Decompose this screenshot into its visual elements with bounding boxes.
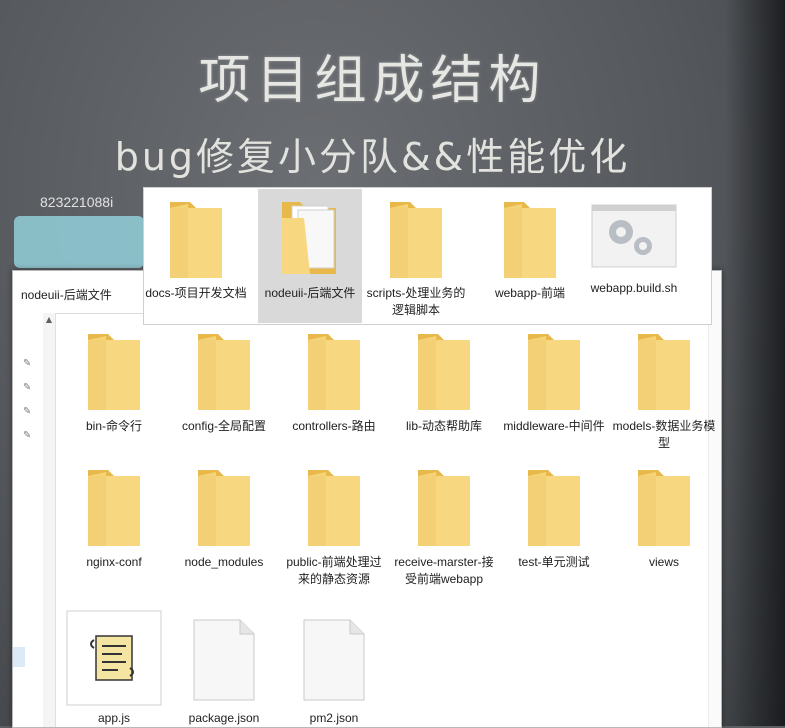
file-item[interactable]: package.json [172,612,276,727]
folder-icon [364,196,468,280]
folder-icon [478,196,582,280]
item-label: receive-marster-接受前端webapp [394,555,494,586]
folder-icon [502,328,606,412]
pin-icon[interactable]: ✎ [23,359,33,369]
item-label: pm2.json [309,711,359,725]
item-label: test-单元测试 [518,555,590,569]
folder-item[interactable]: nginx-conf [62,464,166,571]
folder-item[interactable]: models-数据业务模型 [612,328,716,452]
navigation-pane: ✎ ✎ ✎ ✎ [13,313,44,727]
file-item[interactable]: app.js [62,608,166,727]
item-label: package.json [188,711,260,725]
script-file-icon [62,608,166,706]
folder-icon [392,328,496,412]
folder-item[interactable]: controllers-路由 [282,328,386,435]
slide-title: 项目组成结构 [198,51,547,111]
nav-selected-item[interactable] [13,647,25,667]
folder-item[interactable]: config-全局配置 [172,328,276,435]
folder-item[interactable]: public-前端处理过来的静态资源 [282,464,386,588]
item-label: nodeuii-后端文件 [264,286,356,300]
settings-file-icon [582,196,686,268]
folder-item[interactable]: docs-项目开发文档 [144,196,248,302]
item-label: lib-动态帮助库 [405,419,482,433]
watermark-text: 823221088і [40,194,114,210]
folder-icon [62,464,166,548]
item-label: views [648,555,679,569]
folder-item[interactable]: scripts-处理业务的逻辑脚本 [364,196,468,319]
scroll-up-icon[interactable]: ▲ [44,315,54,325]
blank-file-icon [172,612,276,702]
folder-item[interactable]: test-单元测试 [502,464,606,571]
file-item[interactable]: webapp.build.sh [582,196,686,297]
folder-item[interactable]: lib-动态帮助库 [392,328,496,435]
folder-icon [612,328,716,412]
blank-file-icon [282,612,386,702]
folder-icon [172,328,276,412]
pin-icon[interactable]: ✎ [23,407,33,417]
folder-item[interactable]: receive-marster-接受前端webapp [392,464,496,588]
folder-item[interactable]: views [612,464,716,571]
folder-item[interactable]: middleware-中间件 [502,328,606,435]
file-item[interactable]: pm2.json [282,612,386,727]
folder-icon [172,464,276,548]
item-label: docs-项目开发文档 [145,286,247,300]
item-label: controllers-路由 [292,419,376,433]
folder-icon [282,464,386,548]
open-folder-icon [258,196,362,280]
item-label: webapp.build.sh [590,281,678,295]
folder-item[interactable]: node_modules [172,464,276,571]
folder-icon [612,464,716,548]
item-label: models-数据业务模型 [612,419,716,450]
item-label: app.js [97,711,131,725]
folder-item[interactable]: bin-命令行 [62,328,166,435]
item-label: config-全局配置 [181,419,267,433]
item-label: nginx-conf [86,555,142,569]
address-path: nodeuii-后端文件 [21,288,112,302]
item-label: scripts-处理业务的逻辑脚本 [366,286,466,317]
nav-scrollbar[interactable]: ▲ [43,313,56,727]
folder-item[interactable]: webapp-前端 [478,196,582,302]
folder-icon [282,328,386,412]
pin-icon[interactable]: ✎ [23,431,33,441]
background-window-fragment [14,216,144,268]
item-label: node_modules [184,555,264,569]
folder-icon [502,464,606,548]
item-label: webapp-前端 [494,286,566,300]
folder-icon [62,328,166,412]
pin-icon[interactable]: ✎ [23,383,33,393]
folder-icon [392,464,496,548]
folder-icon [144,196,248,280]
item-label: middleware-中间件 [503,419,605,433]
folder-item[interactable]: nodeuii-后端文件 [258,196,362,302]
item-label: public-前端处理过来的静态资源 [286,555,382,586]
item-label: bin-命令行 [85,419,142,433]
slide-subtitle: bug修复小分队&&性能优化 [114,135,631,179]
